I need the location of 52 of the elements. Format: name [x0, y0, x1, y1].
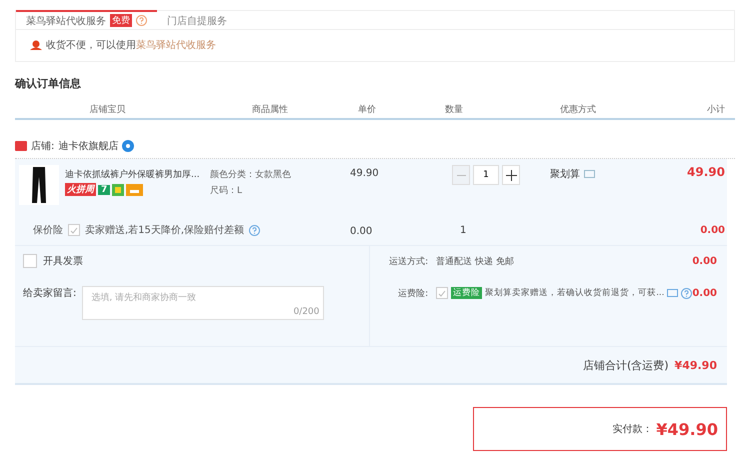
column-header: 优惠方式 [559, 104, 597, 116]
card-icon [126, 184, 144, 196]
invoice-checkbox[interactable] [23, 254, 37, 268]
product-title[interactable]: 迪卡依抓绒裤户外保暖裤男加厚... [65, 168, 200, 181]
discount-name: 聚划算 [550, 168, 580, 181]
notice-text: 收货不便，可以使用菜鸟驿站代收服务 [46, 38, 216, 52]
quantity-field[interactable]: 1 [473, 165, 499, 185]
help-icon[interactable] [681, 288, 692, 298]
shipping-method: 普通配送 快递 免邮 [436, 255, 515, 268]
item-subtotal: 49.90 [686, 165, 726, 179]
character-counter: 0/200 [293, 307, 320, 317]
promo-tag: 火拼周 [65, 183, 96, 196]
column-header: 单价 [357, 104, 377, 116]
help-icon[interactable] [249, 224, 260, 236]
delivery-tab[interactable]: 门店自提服务 [157, 10, 237, 29]
payment-amount: ¥49.90 [656, 420, 718, 438]
minus-icon [456, 174, 466, 176]
increase-button[interactable] [502, 165, 520, 185]
insurance-price: 0.00 [349, 225, 374, 237]
shop-name[interactable]: 迪卡依旗舰店 [58, 139, 118, 153]
trousers-thumbnail [19, 165, 59, 205]
section-title: 确认订单信息 [15, 76, 82, 91]
payment-label: 实付款： [612, 422, 652, 436]
return-insurance-text: 聚划算卖家赠送，若确认收货前退货，可获... [485, 287, 664, 299]
shipping-label: 运送方式: [388, 256, 430, 268]
shop-total-label: 店铺合计(含运费) [582, 358, 669, 372]
insurance-text: 卖家赠送,若15天降价,保险赔付差额 [85, 224, 244, 237]
insurance-label: 保价险 [33, 224, 63, 237]
message-label: 给卖家留言: [23, 286, 76, 301]
product-attribute: 颜色分类：女款黑色 [210, 168, 292, 181]
help-icon[interactable] [136, 15, 147, 26]
invoice-label: 开具发票 [43, 255, 83, 268]
plus-icon [506, 170, 516, 180]
service-badge: 7 [98, 184, 110, 194]
column-header: 小计 [706, 104, 726, 116]
column-header: 商品属性 [251, 104, 289, 116]
product-attribute: 尺码：L [210, 185, 244, 197]
decrease-button[interactable] [452, 165, 470, 185]
insurance-checkbox[interactable] [68, 224, 80, 236]
insurance-subtotal: 0.00 [699, 224, 726, 236]
return-insurance-label: 运费险: [397, 288, 430, 300]
shop-total: ¥49.90 [674, 358, 717, 372]
shop-label: 店铺: [31, 140, 54, 153]
delivery-tab[interactable]: 菜鸟驿站代收服务 免费 [16, 10, 157, 29]
insurance-quantity: 1 [459, 224, 468, 236]
column-header: 数量 [444, 104, 464, 116]
insurance-tag: 运费险 [451, 287, 482, 299]
return-insurance-subtotal: 0.00 [692, 288, 718, 298]
shipping-subtotal: 0.00 [692, 256, 718, 266]
unit-price: 49.90 [349, 167, 380, 179]
return-insurance-checkbox[interactable] [436, 287, 448, 299]
column-header: 店铺宝贝 [88, 104, 126, 116]
